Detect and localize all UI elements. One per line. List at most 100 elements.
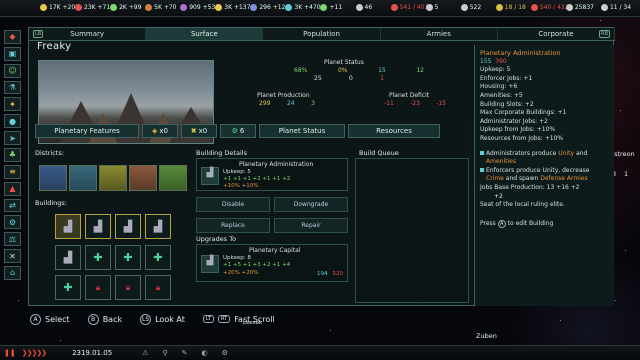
resource-planets[interactable]: 11 / 34: [600, 4, 631, 11]
planet-production-title: Planet Production: [257, 92, 310, 99]
building-slot-3[interactable]: ▟: [115, 214, 141, 239]
building-slot-locked[interactable]: 🔒︎: [145, 275, 171, 300]
resource-naval-capacity[interactable]: 541 / 401: [390, 4, 428, 11]
resource-unity[interactable]: 3K +137: [215, 4, 250, 11]
upgrade-card[interactable]: ▟ Planetary Capital Upkeep: 8 +1 +5 +1 +…: [196, 244, 348, 282]
search-icon[interactable]: ⚲: [162, 349, 167, 357]
resource-fleet[interactable]: 540 / 432: [530, 4, 569, 11]
systems-icon: [565, 4, 573, 11]
hint-look-at[interactable]: LS Look At: [140, 313, 185, 325]
hint-fast-scroll[interactable]: LT RT Fast Scroll: [202, 315, 275, 324]
combat-icon[interactable]: ✕: [4, 249, 21, 264]
info-line: Resources from Jobs: +10%: [480, 134, 564, 142]
star: [620, 110, 621, 111]
district-agriculture[interactable]: [159, 165, 187, 191]
upgrade-name: Planetary Capital: [249, 247, 301, 254]
species-icon[interactable]: ♣: [4, 148, 21, 162]
unity-icon: [215, 4, 223, 11]
resource-alloys[interactable]: 909 +538: [180, 4, 219, 11]
star: [600, 20, 601, 21]
lock-icon: 🔒︎: [125, 282, 131, 293]
resource-starbase[interactable]: 18 / 18: [495, 4, 526, 11]
edicts-icon[interactable]: ≡: [4, 164, 21, 179]
tab-surface[interactable]: Surface: [146, 28, 264, 40]
empire-icon[interactable]: ◆: [4, 30, 21, 44]
building-slot-locked[interactable]: 🔒︎: [115, 275, 141, 300]
map-mode-icon[interactable]: ◐: [201, 349, 207, 357]
technology-icon[interactable]: ⚗: [4, 80, 21, 95]
galactic-community-icon[interactable]: ⌂: [4, 266, 21, 280]
system-label-leesak[interactable]: Leesak: [243, 320, 262, 326]
star: [60, 340, 61, 341]
b-button-icon: B: [87, 313, 99, 325]
info-line: Enforcer Jobs: +1: [480, 74, 533, 82]
info-desc: Crime and spawn Defense Armies: [486, 175, 588, 183]
downgrade-button[interactable]: Downgrade: [274, 197, 348, 212]
settings-icon[interactable]: ⚙: [222, 349, 228, 357]
housing-value: 12: [416, 67, 424, 74]
alert-icon[interactable]: ⚠: [142, 349, 148, 357]
planet-status-button[interactable]: Planet Status: [259, 124, 345, 138]
planet-window: LB Summary Surface Population Armies RB Corpor…: [28, 27, 616, 306]
district-city[interactable]: [39, 165, 67, 191]
planetary-features-button[interactable]: Planetary Features: [35, 124, 139, 138]
policies-icon[interactable]: ⚖: [4, 232, 21, 247]
feature-count-1[interactable]: ◈ x0: [142, 124, 178, 138]
situations-icon[interactable]: ▲: [4, 181, 21, 196]
district-city[interactable]: [69, 165, 97, 191]
traditions-icon[interactable]: ✦: [4, 97, 21, 112]
resource-amenities[interactable]: +11: [320, 4, 342, 11]
resource-energy[interactable]: 17K +201: [40, 4, 79, 11]
building-slot-empty[interactable]: ✚: [85, 245, 111, 270]
planet-name[interactable]: Freaky: [37, 41, 71, 52]
tab-population[interactable]: Population: [263, 28, 381, 40]
resource-stability[interactable]: 46: [355, 4, 372, 11]
resources-button[interactable]: Resources: [348, 124, 440, 138]
hint-back[interactable]: B Back: [87, 313, 122, 325]
lock-icon: 🔒︎: [155, 282, 161, 293]
feature-count-3[interactable]: ⚙ 6: [220, 124, 256, 138]
building-slot-empty[interactable]: ✚: [115, 245, 141, 270]
system-label-zuben[interactable]: Zuben: [476, 332, 497, 340]
government-icon[interactable]: ▣: [4, 46, 21, 61]
build-queue-title: Build Queue: [359, 149, 399, 157]
building-slot-empty[interactable]: ✚: [55, 275, 81, 300]
resource-systems[interactable]: 25837: [565, 4, 594, 11]
tab-summary[interactable]: LB Summary: [29, 28, 147, 40]
resource-empire-size[interactable]: 5: [425, 4, 438, 11]
resource-consumer-goods[interactable]: 5K +70: [145, 4, 177, 11]
replace-button[interactable]: Replace: [196, 218, 270, 233]
building-slot-locked[interactable]: 🔒︎: [85, 275, 111, 300]
resource-minerals[interactable]: 23K +710: [75, 4, 114, 11]
resource-pop[interactable]: 522: [460, 4, 481, 11]
resource-food[interactable]: 2K +99: [110, 4, 141, 11]
deposit-icon: ✖: [190, 127, 197, 135]
amenities-value: 15: [378, 67, 386, 74]
building-slot-empty[interactable]: ✚: [145, 245, 171, 270]
building-details-card[interactable]: ▟ Planetary Administration Upkeep: 5 +1 …: [196, 158, 348, 191]
tab-corporate[interactable]: RB Corporate: [498, 28, 616, 40]
speed-indicator-icon[interactable]: ❯❯❯❯❯: [22, 349, 47, 357]
building-slot-4[interactable]: ▟: [145, 214, 171, 239]
hint-select[interactable]: A Select: [30, 313, 70, 325]
disable-button[interactable]: Disable: [196, 197, 270, 212]
pause-icon[interactable]: ❚❚: [4, 349, 16, 357]
building-slot-5[interactable]: ▟: [55, 245, 81, 270]
lb-button-icon: LB: [33, 30, 44, 38]
district-mining[interactable]: [129, 165, 157, 191]
planet-status-title: Planet Status: [324, 59, 364, 66]
resource-influence[interactable]: 296 +12: [250, 4, 285, 11]
planets-icon[interactable]: ●: [4, 114, 21, 129]
resource-research[interactable]: 3K +470: [285, 4, 321, 11]
building-slot-admin[interactable]: ▟: [55, 214, 81, 239]
repair-button[interactable]: Repair: [274, 218, 348, 233]
market-icon[interactable]: ⇄: [4, 198, 21, 213]
building-slot-2[interactable]: ▟: [85, 214, 111, 239]
feature-count-2[interactable]: ✖ x0: [181, 124, 217, 138]
fleets-icon[interactable]: ➤: [4, 131, 21, 146]
shipyard-icon[interactable]: ⚙: [4, 215, 21, 230]
contacts-icon[interactable]: ☺: [4, 63, 21, 78]
wrench-icon[interactable]: ✎: [182, 349, 188, 357]
district-generator[interactable]: [99, 165, 127, 191]
tab-armies[interactable]: Armies: [381, 28, 498, 40]
